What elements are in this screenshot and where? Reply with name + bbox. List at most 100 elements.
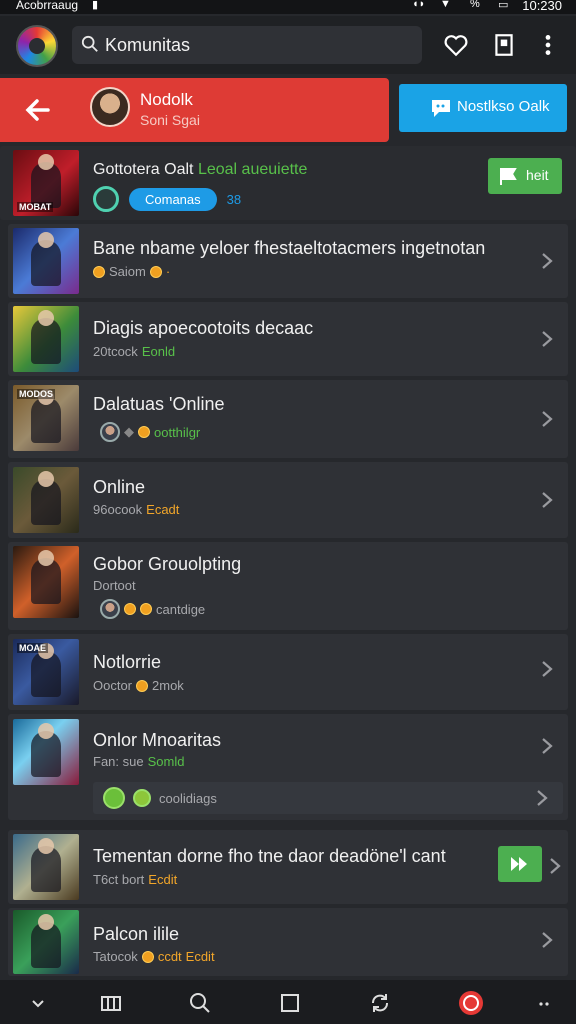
chevron-right-icon [542, 661, 553, 677]
user-name: Nodolk [140, 90, 193, 109]
item-title: Dalatuas 'Online [93, 394, 225, 414]
featured-list-item[interactable]: MOBAT Gottotera Oalt Leoal aueuiette Com… [0, 146, 576, 220]
coin-icon [138, 426, 150, 438]
list-item[interactable]: Palcon ilile Tatocok ccdt Ecdit [8, 908, 568, 976]
chevron-right-icon [542, 932, 553, 948]
coin-icon [141, 950, 154, 963]
back-arrow-icon[interactable] [22, 94, 54, 126]
sub-row[interactable]: coolidiags [93, 782, 563, 814]
featured-meta: Comanas 38 [93, 186, 241, 212]
chevron-right-icon [542, 331, 553, 347]
list-item[interactable]: Bane nbame yeloer fhestaeltotacmers inge… [8, 224, 568, 298]
item-title: Notlorrie [93, 652, 162, 672]
clock: 10:230 [522, 0, 562, 13]
join-button-label: heit [526, 167, 549, 183]
featured-thumbnail: MOBAT [13, 150, 79, 216]
list-item[interactable]: Diagis apoecootoits decaac 20tcock Eonld [8, 302, 568, 376]
item-title: Diagis apoecootoits decaac [93, 318, 314, 338]
chevron-right-icon [542, 253, 553, 269]
battery-percent: % [470, 0, 480, 10]
user-subtitle: Soni Sgai [140, 112, 200, 128]
item-thumbnail [13, 910, 79, 974]
user-panel: Nodolk Soni Sgai [0, 78, 389, 142]
chat-icon [432, 100, 450, 117]
flag-icon [500, 168, 517, 185]
item-thumbnail [13, 834, 79, 900]
list-item[interactable]: Online 96ocook Ecadt [8, 462, 568, 538]
item-thumbnail: MOAE [13, 639, 79, 705]
record-icon[interactable] [458, 990, 484, 1016]
bottom-navigation [0, 980, 576, 1024]
search-icon [81, 35, 98, 52]
wifi-icon: ▼ [440, 0, 451, 10]
chat-button-label: Nostlkso Oalk [457, 98, 550, 115]
list-item[interactable]: Tementan dorne fho tne daor deadöne'l ca… [8, 830, 568, 904]
item-title: Palcon ilile [93, 924, 180, 944]
coin-icon [93, 265, 105, 278]
coin-icon [149, 265, 162, 278]
item-meta: Fan: sue Somld [93, 754, 185, 769]
avatar [100, 599, 120, 619]
sync-icon[interactable] [368, 991, 392, 1015]
chevron-down-icon[interactable] [26, 991, 50, 1015]
chat-button[interactable]: Nostlkso Oalk [399, 84, 567, 132]
item-thumbnail: MODOS [13, 385, 79, 451]
forward-button[interactable] [498, 846, 542, 882]
coin-icon [136, 679, 149, 692]
panels-icon[interactable] [99, 991, 123, 1015]
community-header: Nodolk Soni Sgai Nostlkso Oalk [0, 78, 576, 142]
app-logo-icon[interactable] [16, 25, 58, 67]
item-meta: Saiom · [93, 264, 170, 279]
item-meta: Ooctor 2mok [93, 678, 184, 693]
chevron-right-icon [537, 790, 548, 806]
chevron-right-icon [542, 492, 553, 508]
chevron-right-icon [550, 858, 561, 874]
item-meta: T6ct bort Ecdit [93, 872, 178, 887]
double-arrow-icon [511, 857, 527, 871]
chevron-right-icon [542, 738, 553, 754]
green-dot-icon [133, 789, 151, 807]
more-horiz-icon[interactable] [532, 991, 556, 1015]
item-meta: cantdige [100, 599, 205, 619]
coin-icon [140, 603, 152, 615]
search-input[interactable]: Komunitas [72, 26, 422, 64]
avatar [100, 422, 120, 442]
item-meta: 20tcock Eonld [93, 344, 176, 359]
item-title: Online [93, 477, 146, 497]
coin-icon [124, 603, 136, 615]
list-item[interactable]: Onlor Mnoaritas Fan: sue Somld coolidiag… [8, 714, 568, 820]
item-meta: ◆ ootthilgr [100, 422, 200, 442]
heart-icon[interactable] [443, 32, 469, 58]
list-item[interactable]: MOAE Notlorrie Ooctor 2mok [8, 634, 568, 710]
status-bar: Acobrraaug ▮ ◖◗ ▼ % ▭ 10:230 [0, 0, 576, 14]
join-button[interactable]: heit [488, 158, 562, 194]
item-title: Onlor Mnoaritas [93, 730, 222, 750]
item-thumbnail [13, 306, 79, 372]
item-title: Bane nbame yeloer fhestaeltotacmers inge… [93, 238, 486, 258]
signal-icon: ◖◗ [412, 0, 426, 10]
member-count: 38 [226, 191, 242, 207]
green-badge-icon [103, 787, 125, 809]
top-app-bar: Komunitas [0, 16, 576, 74]
item-meta: Tatocok ccdt Ecdit [93, 949, 215, 964]
bookmark-icon[interactable] [491, 32, 517, 58]
item-subtitle: Dortoot [93, 578, 136, 593]
list-item[interactable]: MODOS Dalatuas 'Online ◆ ootthilgr [8, 380, 568, 458]
search-icon[interactable] [188, 991, 212, 1015]
battery-icon: ▭ [498, 0, 509, 11]
notification-icon: ▮ [92, 0, 99, 11]
carrier-label: Acobrraaug [16, 0, 79, 12]
item-thumbnail [13, 467, 79, 533]
search-value: Komunitas [105, 35, 191, 55]
item-thumbnail [13, 719, 79, 785]
item-thumbnail [13, 546, 79, 618]
item-title: Tementan dorne fho tne daor deadöne'l ca… [93, 846, 446, 866]
more-vert-icon[interactable] [535, 32, 561, 58]
featured-title: Gottotera Oalt Leoal aueuiette [93, 161, 308, 178]
community-pill[interactable]: Comanas [129, 187, 217, 211]
item-meta: 96ocook Ecadt [93, 502, 180, 517]
avatar[interactable] [90, 87, 130, 127]
square-icon[interactable] [278, 991, 302, 1015]
list-item[interactable]: Gobor Grouolpting Dortoot cantdige [8, 542, 568, 630]
item-thumbnail [13, 228, 79, 294]
